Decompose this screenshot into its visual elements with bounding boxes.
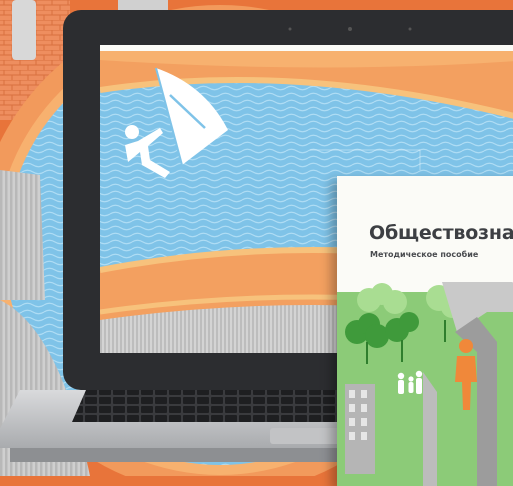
book-illustration [337,282,513,486]
book-subtitle: Методическое пособие [370,250,479,259]
book-title: Обществозна [369,222,513,244]
book-cover: Обществозна Методическое пособие [337,176,513,486]
